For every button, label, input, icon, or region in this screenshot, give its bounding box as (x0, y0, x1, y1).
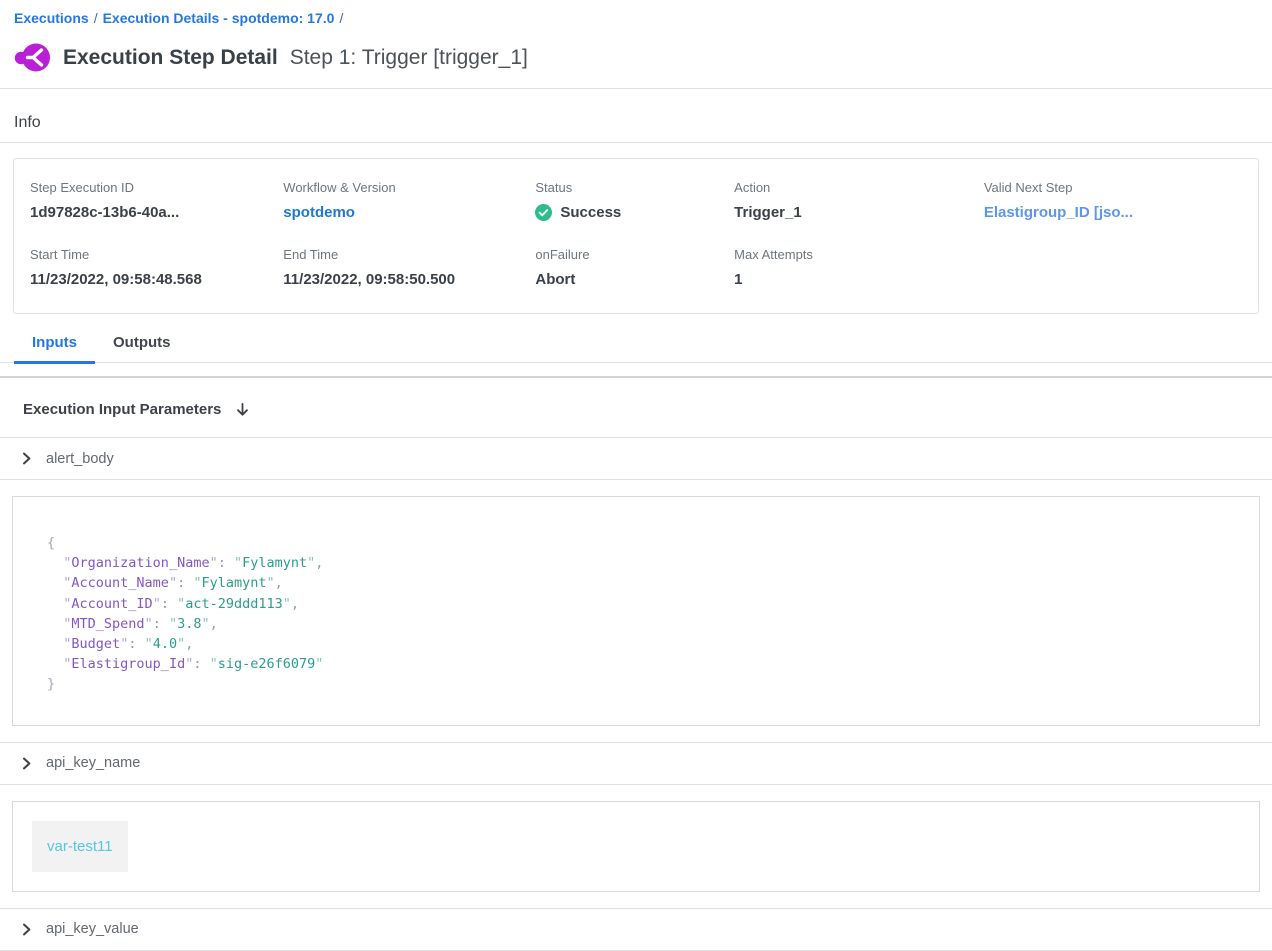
fylamynt-logo-icon (14, 42, 51, 73)
field-empty (984, 247, 1242, 288)
code-line: "Organization_Name": "Fylamynt", (47, 553, 1239, 573)
breadcrumb-separator: / (94, 10, 98, 26)
success-icon (535, 204, 552, 221)
field-label: Status (535, 180, 734, 195)
page-header: Execution Step Detail Step 1: Trigger [t… (0, 26, 1272, 89)
status-badge: Success (535, 204, 734, 221)
field-max-attempts: Max Attempts 1 (734, 247, 984, 288)
code-line: "Elastigroup_Id": "sig-e26f6079" (47, 654, 1239, 674)
field-start-time: Start Time 11/23/2022, 09:58:48.568 (30, 247, 283, 288)
field-label: Max Attempts (734, 247, 984, 262)
tab-outputs[interactable]: Outputs (95, 334, 189, 364)
param-name: alert_body (46, 451, 114, 467)
field-value: 1 (734, 271, 984, 288)
chevron-right-icon[interactable] (20, 923, 33, 936)
tab-inputs[interactable]: Inputs (14, 334, 95, 364)
field-label: End Time (283, 247, 535, 262)
field-label: Action (734, 180, 984, 195)
field-label: Valid Next Step (984, 180, 1242, 195)
param-name: api_key_name (46, 755, 140, 771)
chevron-right-icon[interactable] (20, 452, 33, 465)
field-value: 1d97828c-13b6-40a... (30, 204, 283, 221)
field-label: Workflow & Version (283, 180, 535, 195)
breadcrumb-separator: / (339, 10, 343, 26)
code-line: } (47, 674, 1239, 694)
tab-bar: Inputs Outputs (0, 334, 1272, 363)
field-step-execution-id: Step Execution ID 1d97828c-13b6-40a... (30, 180, 283, 221)
breadcrumb: Executions/Execution Details - spotdemo:… (0, 0, 1272, 26)
field-value: 11/23/2022, 09:58:48.568 (30, 271, 283, 288)
param-name: api_key_value (46, 921, 139, 937)
api-key-name-value: var-test11 (32, 821, 128, 872)
next-step-link[interactable]: Elastigroup_ID [jso... (984, 204, 1242, 221)
workflow-link[interactable]: spotdemo (283, 204, 535, 221)
field-end-time: End Time 11/23/2022, 09:58:50.500 (283, 247, 535, 288)
field-value: Abort (535, 271, 734, 288)
status-text: Success (560, 204, 621, 221)
arrow-down-icon[interactable] (235, 402, 250, 418)
field-on-failure: onFailure Abort (535, 247, 734, 288)
page-subtitle: Step 1: Trigger [trigger_1] (290, 46, 528, 70)
param-row-api-key-value[interactable]: api_key_value (0, 909, 1272, 951)
field-label: Start Time (30, 247, 283, 262)
value-panel: var-test11 (12, 801, 1260, 892)
code-line: "MTD_Spend": "3.8", (47, 614, 1239, 634)
code-line: "Account_Name": "Fylamynt", (47, 573, 1239, 593)
code-line: "Account_ID": "act-29ddd113", (47, 594, 1239, 614)
field-action: Action Trigger_1 (734, 180, 984, 221)
section-heading-label: Execution Input Parameters (23, 401, 221, 418)
info-card: Step Execution ID 1d97828c-13b6-40a... W… (13, 158, 1259, 314)
field-status: Status Success (535, 180, 734, 221)
code-line: "Budget": "4.0", (47, 634, 1239, 654)
code-panel: { "Organization_Name": "Fylamynt", "Acco… (12, 496, 1260, 726)
info-section-heading: Info (0, 89, 1272, 143)
field-valid-next-step: Valid Next Step Elastigroup_ID [jso... (984, 180, 1242, 221)
param-row-alert-body[interactable]: alert_body (0, 438, 1272, 480)
code-block: { "Organization_Name": "Fylamynt", "Acco… (47, 533, 1239, 695)
breadcrumb-executions[interactable]: Executions (14, 10, 89, 26)
field-workflow-version: Workflow & Version spotdemo (283, 180, 535, 221)
chevron-right-icon[interactable] (20, 757, 33, 770)
field-value: Trigger_1 (734, 204, 984, 221)
code-line: { (47, 533, 1239, 553)
breadcrumb-execution-details[interactable]: Execution Details - spotdemo: 17.0 (103, 10, 335, 26)
field-value: 11/23/2022, 09:58:50.500 (283, 271, 535, 288)
page-title: Execution Step Detail (63, 46, 278, 70)
field-label: Step Execution ID (30, 180, 283, 195)
execution-input-parameters-heading: Execution Input Parameters (0, 378, 1272, 438)
param-row-api-key-name[interactable]: api_key_name (0, 743, 1272, 785)
field-label: onFailure (535, 247, 734, 262)
